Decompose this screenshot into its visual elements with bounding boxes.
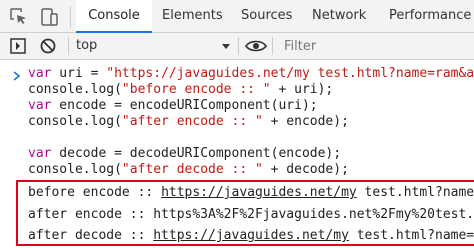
code-line[interactable]: var decode = decodeURIComponent(encode); [28, 146, 341, 162]
output-link[interactable]: https://javaguides.net/my [153, 228, 349, 243]
devtools-tabbar: Console Elements Sources Network Perform… [0, 0, 474, 33]
device-toolbar-icon[interactable] [38, 6, 60, 28]
context-value: top [76, 38, 98, 53]
code-line[interactable]: console.log("after encode :: " + encode)… [28, 114, 349, 130]
toolbar-separator [238, 37, 239, 55]
prompt-chevron-icon [13, 71, 21, 81]
code-line[interactable]: console.log("before encode :: " + uri); [28, 82, 333, 98]
code-line[interactable]: console.log("after decode :: " + decode)… [28, 162, 349, 178]
live-expression-icon[interactable] [244, 36, 268, 56]
tab-sources[interactable]: Sources [241, 0, 292, 32]
toolbar-separator [68, 37, 69, 55]
tab-performance[interactable]: Performance [389, 0, 471, 32]
filter-input[interactable] [280, 36, 470, 56]
console-output-line: after decode :: https://javaguides.net/m… [28, 228, 474, 243]
chevron-down-icon [222, 44, 230, 49]
tabbar-separator [70, 6, 71, 28]
devtools-window: Console Elements Sources Network Perform… [0, 0, 474, 248]
console-sidebar-icon[interactable] [8, 36, 28, 56]
console-output-line: before encode :: https://javaguides.net/… [28, 185, 474, 200]
output-link[interactable]: https://javaguides.net/my [161, 185, 357, 200]
cursor-select-icon[interactable] [8, 6, 30, 28]
code-line[interactable]: var uri = "https://javaguides.net/my tes… [28, 66, 474, 82]
tab-network[interactable]: Network [312, 0, 366, 32]
toolbar-separator [272, 37, 273, 55]
clear-console-icon[interactable] [38, 36, 58, 56]
tab-console[interactable]: Console [76, 0, 152, 33]
code-line[interactable]: var encode = encodeURIComponent(uri); [28, 98, 318, 114]
context-selector[interactable]: top [76, 36, 236, 56]
console-toolbar: top [0, 33, 474, 60]
tab-elements[interactable]: Elements [162, 0, 223, 32]
console-output-line: after encode :: https%3A%2F%2Fjavaguides… [28, 207, 474, 222]
